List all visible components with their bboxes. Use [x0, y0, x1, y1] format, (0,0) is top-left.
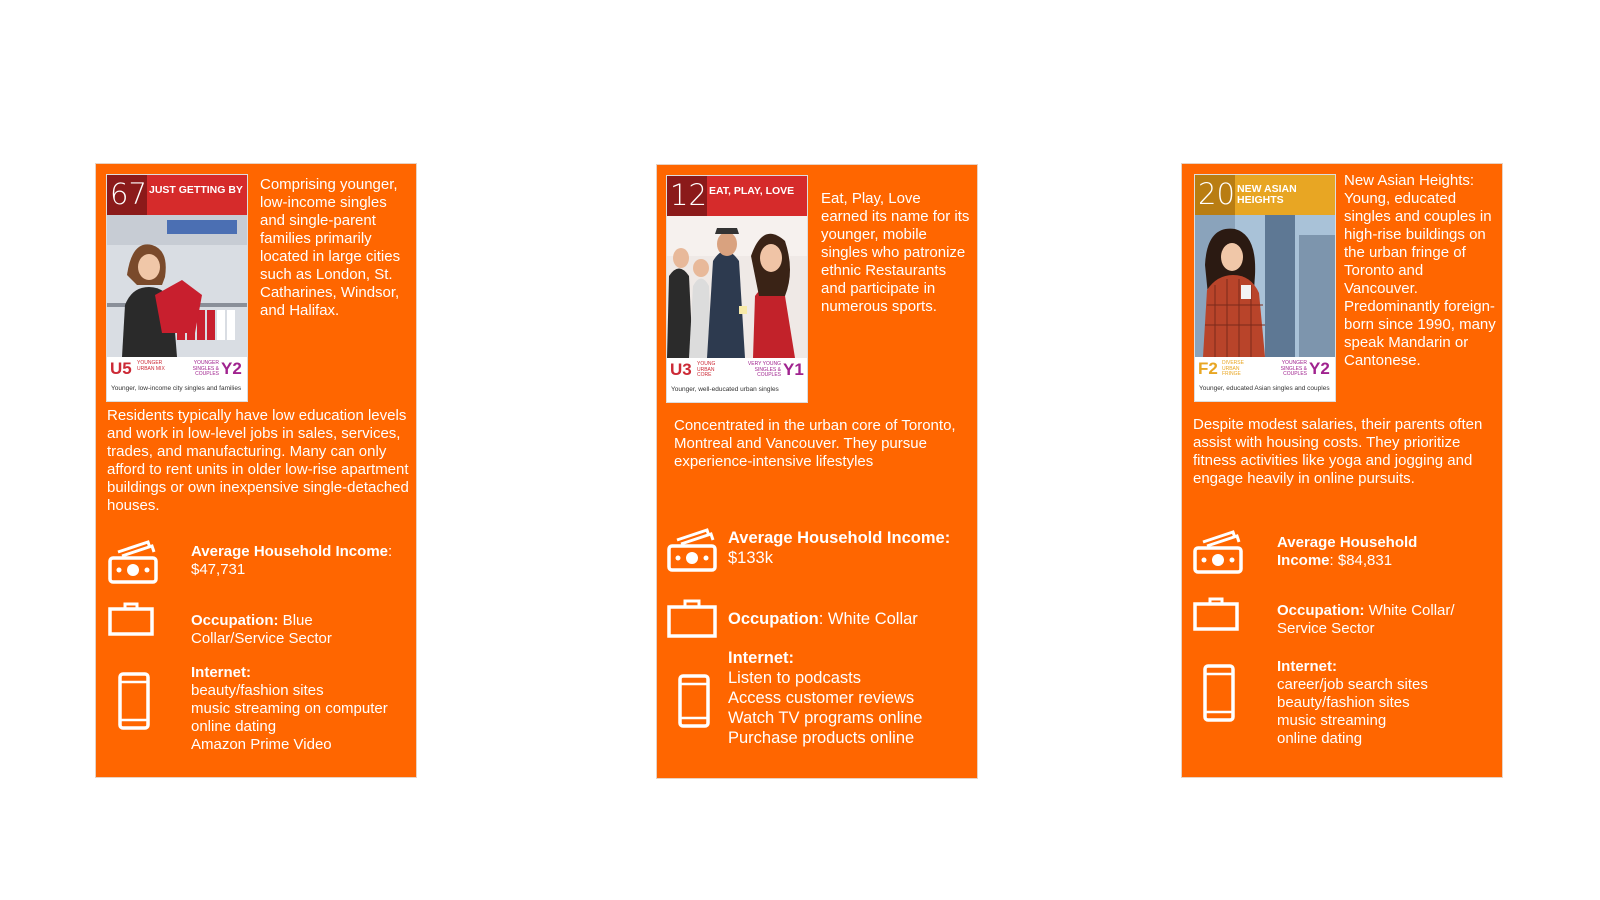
internet-item: beauty/fashion sites: [1277, 694, 1410, 711]
internet-item: music streaming: [1277, 712, 1387, 729]
segment-illustration: [667, 216, 807, 358]
segment-number: 67: [110, 177, 147, 211]
money-icon: [667, 528, 717, 572]
lifestage-code-right-label: YOUNGER SINGLES & COUPLES: [1280, 360, 1307, 377]
income-info: Average Household Income: $133k: [728, 528, 973, 568]
occupation-label: Occupation:: [1277, 602, 1365, 619]
briefcase-icon: [1193, 597, 1239, 631]
money-icon: [108, 540, 158, 584]
occupation-label: Occupation: [728, 610, 819, 628]
money-icon: [1193, 530, 1243, 574]
segment-description: Comprising younger, low-income singles a…: [260, 176, 401, 319]
internet-item: music streaming on computer: [191, 700, 388, 717]
lifestage-code-left-label: YOUNG URBAN CORE: [697, 361, 716, 378]
segment-card-new-asian-heights: 20 NEW ASIAN HEIGHTS F2 DIVERSE URBAN FR…: [1181, 163, 1503, 778]
segment-description: New Asian Heights: Young, educated singl…: [1344, 172, 1496, 369]
segment-name: NEW ASIAN HEIGHTS: [1237, 183, 1297, 206]
smartphone-icon: [678, 674, 710, 728]
internet-item: Listen to podcasts: [728, 669, 861, 687]
occupation-label: Occupation:: [191, 612, 279, 629]
lifestage-code-left: U5: [110, 359, 132, 378]
thumbnail-banner: 20 NEW ASIAN HEIGHTS: [1195, 175, 1335, 215]
segment-card-just-getting-by: 67 JUST GETTING BY U5 YOUNGER URBAN MIX …: [95, 163, 417, 778]
segment-details: Concentrated in the urban core of Toront…: [674, 417, 956, 470]
segment-illustration: [1195, 215, 1335, 357]
lifestage-code-right-label: YOUNGER SINGLES & COUPLES: [192, 360, 219, 377]
internet-item: Purchase products online: [728, 729, 915, 747]
thumbnail-caption: Younger, low-income city singles and fam…: [111, 385, 242, 392]
thumbnail-caption: Younger, educated Asian singles and coup…: [1199, 385, 1330, 392]
lifestage-code-right: Y2: [1309, 359, 1330, 378]
segment-number: 12: [670, 178, 707, 212]
thumbnail-codes: U3 YOUNG URBAN CORE VERY YOUNG SINGLES &…: [667, 358, 807, 402]
internet-label: Internet:: [1277, 658, 1337, 675]
lifestage-code-right: Y2: [221, 359, 242, 378]
lifestage-code-left-label: YOUNGER URBAN MIX: [137, 360, 165, 372]
internet-item: online dating: [1277, 730, 1363, 747]
income-value: $133k: [728, 549, 773, 567]
internet-info: Internet: career/job search sites beauty…: [1277, 658, 1492, 748]
lifestage-code-right: Y1: [783, 360, 804, 379]
income-info: Average Household Income: $84,831: [1277, 534, 1477, 570]
lifestage-code-right-label: VERY YOUNG SINGLES & COUPLES: [747, 361, 781, 378]
segment-number: 20: [1198, 177, 1235, 211]
thumbnail-banner: 12 EAT, PLAY, LOVE: [667, 176, 807, 216]
segment-name: EAT, PLAY, LOVE: [709, 185, 795, 197]
thumbnail-codes: U5 YOUNGER URBAN MIX YOUNGER SINGLES & C…: [107, 357, 247, 401]
lifestage-code-left-label: DIVERSE URBAN FRINGE: [1222, 360, 1244, 377]
internet-item: Amazon Prime Video: [191, 736, 332, 753]
income-value: : $84,831: [1329, 552, 1393, 569]
internet-item: online dating: [191, 718, 277, 735]
income-label: Average Household Income:: [728, 529, 951, 547]
internet-info: Internet: beauty/fashion sites music str…: [191, 664, 416, 754]
segment-description: Eat, Play, Love earned its name for its …: [821, 190, 970, 315]
briefcase-icon: [667, 599, 717, 638]
internet-label: Internet:: [191, 664, 251, 681]
smartphone-icon: [1203, 664, 1235, 722]
segment-thumbnail: 20 NEW ASIAN HEIGHTS F2 DIVERSE URBAN FR…: [1195, 175, 1335, 401]
internet-item: career/job search sites: [1277, 676, 1428, 693]
thumbnail-codes: F2 DIVERSE URBAN FRINGE YOUNGER SINGLES …: [1195, 357, 1335, 401]
income-label: Average Household Income: [191, 543, 388, 560]
thumbnail-banner: 67 JUST GETTING BY: [107, 175, 247, 215]
occupation-info: Occupation: White Collar/ Service Sector: [1277, 602, 1482, 638]
internet-item: Watch TV programs online: [728, 709, 923, 727]
smartphone-icon: [118, 672, 150, 730]
segment-name: JUST GETTING BY: [149, 184, 243, 196]
occupation-info: Occupation: White Collar: [728, 609, 973, 629]
income-info: Average Household Income: $47,731: [191, 543, 401, 579]
briefcase-icon: [108, 602, 154, 636]
segment-card-eat-play-love: 12 EAT, PLAY, LOVE U3 YOUNG URBAN CORE V…: [656, 164, 978, 779]
internet-label: Internet:: [728, 649, 794, 667]
segment-thumbnail: 67 JUST GETTING BY U5 YOUNGER URBAN MIX …: [107, 175, 247, 401]
occupation-value: : White Collar: [818, 610, 918, 628]
internet-item: beauty/fashion sites: [191, 682, 324, 699]
thumbnail-caption: Younger, well-educated urban singles: [671, 386, 779, 393]
internet-item: Access customer reviews: [728, 689, 915, 707]
segment-details: Despite modest salaries, their parents o…: [1193, 416, 1483, 487]
segment-illustration: [107, 215, 247, 357]
occupation-info: Occupation: Blue Collar/Service Sector: [191, 612, 401, 648]
lifestage-code-left: F2: [1198, 359, 1218, 378]
segment-thumbnail: 12 EAT, PLAY, LOVE U3 YOUNG URBAN CORE V…: [667, 176, 807, 402]
internet-info: Internet: Listen to podcasts Access cust…: [728, 648, 973, 748]
lifestage-code-left: U3: [670, 360, 692, 379]
segment-details: Residents typically have low education l…: [107, 407, 409, 514]
